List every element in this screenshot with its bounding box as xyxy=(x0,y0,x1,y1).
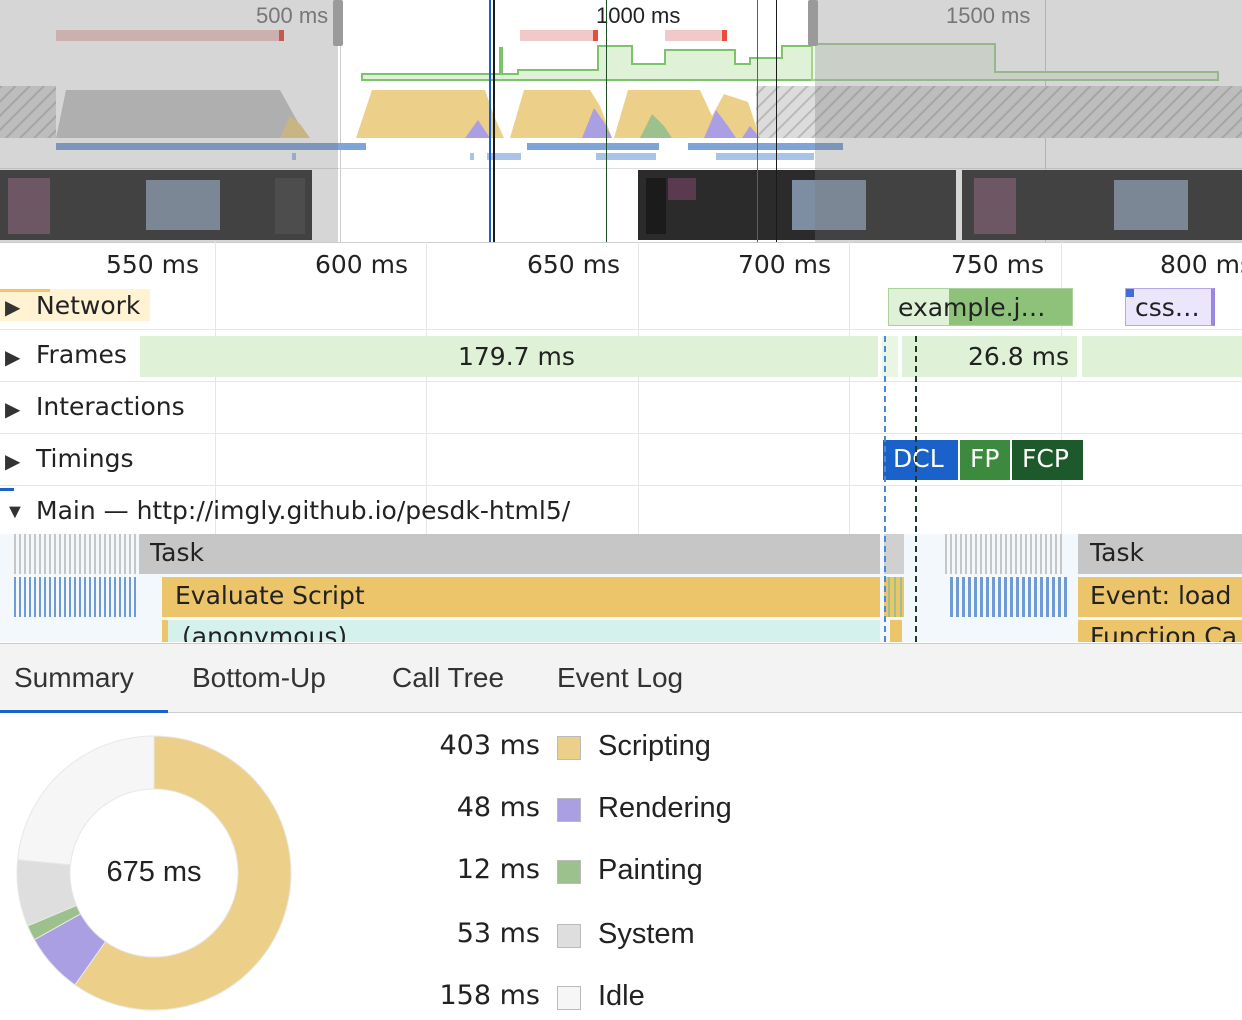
expand-timings-icon[interactable]: ▶ xyxy=(5,449,20,474)
donut-slice-idle xyxy=(17,735,155,866)
overview-time-label: 1000 ms xyxy=(596,3,681,28)
legend-row-system: 53 ms System xyxy=(380,918,780,958)
tab-event-log[interactable]: Event Log xyxy=(557,662,683,694)
ruler-tick: 650 ms xyxy=(527,250,621,279)
task-block[interactable]: Task xyxy=(1078,534,1242,574)
ruler-tick: 750 ms xyxy=(951,250,1045,279)
ruler-tick: 550 ms xyxy=(106,250,200,279)
summary-total: 675 ms xyxy=(106,856,202,888)
marker-line xyxy=(776,0,777,242)
fp-marker[interactable]: FP xyxy=(960,440,1010,480)
network-request-css[interactable]: css… xyxy=(1125,288,1215,326)
legend-label: Idle xyxy=(598,980,645,1012)
legend-row-rendering: 48 ms Rendering xyxy=(380,792,780,832)
expand-interactions-icon[interactable]: ▶ xyxy=(5,397,20,422)
legend-label: Rendering xyxy=(598,792,732,824)
details-tab-bar: Summary Bottom-Up Call Tree Event Log xyxy=(0,643,1242,713)
legend-swatch xyxy=(557,860,581,884)
dcl-marker[interactable]: DCL xyxy=(883,440,958,480)
time-ruler: 550 ms 600 ms 650 ms 700 ms 750 ms 800 m… xyxy=(0,242,1242,289)
legend-swatch xyxy=(557,798,581,822)
frame-block[interactable]: 26.8 ms xyxy=(902,336,1077,377)
overview-dim-right xyxy=(815,0,1242,242)
legend-value: 403 ms xyxy=(439,730,541,761)
legend-row-idle: 158 ms Idle xyxy=(380,980,780,1020)
legend-swatch xyxy=(557,924,581,948)
ruler-tick: 600 ms xyxy=(315,250,409,279)
legend-label: System xyxy=(598,918,695,950)
frame-block[interactable]: 179.7 ms xyxy=(140,336,878,377)
tab-call-tree[interactable]: Call Tree xyxy=(392,662,504,694)
anonymous-function-block[interactable]: (anonymous) xyxy=(162,620,880,642)
fp-marker-line xyxy=(606,0,607,242)
event-load-block[interactable]: Event: load xyxy=(1078,577,1242,617)
ruler-tick: 800 ms xyxy=(1160,250,1242,279)
expand-network-icon[interactable]: ▶ xyxy=(5,295,20,320)
legend-value: 158 ms xyxy=(439,980,541,1011)
legend-label: Painting xyxy=(598,854,703,886)
collapse-main-icon[interactable]: ▼ xyxy=(5,501,25,524)
dcl-dashed-line xyxy=(884,336,886,642)
legend-row-painting: 12 ms Painting xyxy=(380,854,780,894)
selection-left-handle[interactable] xyxy=(333,0,343,46)
track-label-network[interactable]: Network xyxy=(36,291,140,320)
tab-bottom-up[interactable]: Bottom-Up xyxy=(192,662,326,694)
overview-dim-left xyxy=(0,0,338,242)
expand-frames-icon[interactable]: ▶ xyxy=(5,345,20,370)
marker-line xyxy=(493,0,495,242)
frame-block[interactable] xyxy=(1082,336,1242,377)
legend-value: 53 ms xyxy=(456,918,540,949)
fcp-dashed-line xyxy=(915,336,917,642)
track-label-timings[interactable]: Timings xyxy=(36,444,134,473)
function-call-block[interactable]: Function Ca xyxy=(1078,620,1242,642)
network-request-example-js[interactable]: example.j… xyxy=(888,288,1073,326)
track-label-interactions[interactable]: Interactions xyxy=(36,392,185,421)
tab-summary[interactable]: Summary xyxy=(14,662,134,694)
dcl-marker-line xyxy=(489,0,491,242)
track-label-main[interactable]: Main — http://imgly.github.io/pesdk-html… xyxy=(36,496,570,525)
legend-label: Scripting xyxy=(598,730,711,762)
network-lane-bar xyxy=(527,143,659,150)
fcp-marker[interactable]: FCP xyxy=(1012,440,1083,480)
legend-value: 12 ms xyxy=(456,854,540,885)
load-marker-line xyxy=(757,0,758,242)
ruler-tick: 700 ms xyxy=(738,250,832,279)
legend-value: 48 ms xyxy=(456,792,540,823)
active-tab-indicator xyxy=(0,710,168,713)
legend-row-scripting: 403 ms Scripting xyxy=(380,730,780,770)
track-label-frames[interactable]: Frames xyxy=(36,340,127,369)
evaluate-script-block[interactable]: Evaluate Script xyxy=(162,577,880,617)
task-block[interactable]: Task xyxy=(140,534,880,574)
timeline-overview[interactable]: 500 ms 1000 ms 1500 ms xyxy=(0,0,1242,242)
legend-swatch xyxy=(557,736,581,760)
legend-swatch xyxy=(557,986,581,1010)
selection-right-handle[interactable] xyxy=(808,0,818,46)
summary-legend: 403 ms Scripting 48 ms Rendering 12 ms P… xyxy=(380,730,780,1016)
